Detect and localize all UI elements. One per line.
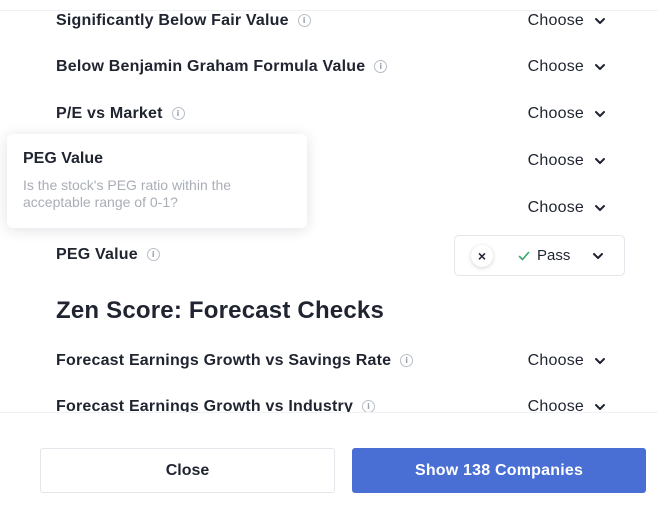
filter-list[interactable]: Significantly Below Fair Value i Choose B… — [0, 0, 658, 412]
info-icon[interactable]: i — [362, 400, 376, 412]
chevron-down-icon — [595, 111, 605, 117]
chevron-down-icon — [595, 18, 605, 24]
choose-label: Choose — [527, 152, 584, 169]
tooltip-title: PEG Value — [23, 150, 104, 167]
filter-label: Below Benjamin Graham Formula Value — [56, 58, 366, 75]
choose-label: Choose — [527, 105, 584, 122]
peg-value-tooltip: PEG Value Is the stock's PEG ratio withi… — [7, 134, 307, 228]
filter-label: Forecast Earnings Growth vs Savings Rate — [56, 352, 392, 369]
filter-row-pe-vs-market: P/E vs Market i Choose — [56, 102, 606, 126]
section-title: Zen Score: Forecast Checks — [56, 297, 384, 324]
choose-dropdown[interactable]: Choose — [528, 102, 606, 126]
choose-label: Choose — [527, 352, 584, 369]
chevron-down-icon — [595, 158, 605, 164]
choose-label: Choose — [527, 199, 584, 216]
filter-row-below-graham-formula: Below Benjamin Graham Formula Value i Cho… — [56, 55, 606, 79]
close-button[interactable]: Close — [40, 448, 335, 493]
chevron-down-icon — [595, 358, 605, 364]
choose-dropdown[interactable]: Choose — [528, 149, 606, 173]
pass-select[interactable]: × Pass — [454, 235, 625, 276]
info-icon[interactable]: i — [374, 60, 388, 73]
pass-value: Pass — [537, 247, 571, 264]
info-icon[interactable]: i — [400, 354, 414, 367]
modal-footer: Close Show 138 Companies — [0, 412, 658, 511]
filter-row-significantly-below-fair-value: Significantly Below Fair Value i Choose — [56, 9, 606, 33]
tooltip-description: Is the stock's PEG ratio within the acce… — [23, 177, 232, 210]
choose-label: Choose — [527, 58, 584, 75]
filter-row-forecast-vs-savings: Forecast Earnings Growth vs Savings Rate… — [56, 349, 606, 373]
filter-label: Significantly Below Fair Value — [56, 12, 289, 29]
choose-label: Choose — [527, 398, 584, 412]
filter-label: P/E vs Market — [56, 105, 163, 122]
choose-label: Choose — [527, 12, 584, 29]
chevron-down-icon — [595, 205, 605, 211]
checkmark-icon — [518, 251, 530, 261]
choose-dropdown[interactable]: Choose — [528, 349, 606, 373]
info-icon[interactable]: i — [297, 14, 311, 27]
filter-label: Forecast Earnings Growth vs Industry — [56, 398, 354, 412]
choose-dropdown[interactable]: Choose — [528, 9, 606, 33]
show-companies-button[interactable]: Show 138 Companies — [352, 448, 646, 493]
close-icon[interactable]: × — [471, 245, 493, 267]
choose-dropdown[interactable]: Choose — [528, 55, 606, 79]
choose-dropdown[interactable]: Choose — [528, 395, 606, 412]
filter-row-forecast-vs-industry: Forecast Earnings Growth vs Industry i Ch… — [56, 395, 606, 412]
chevron-down-icon — [593, 253, 603, 259]
filter-label: PEG Value — [56, 246, 138, 263]
choose-dropdown[interactable]: Choose — [528, 196, 606, 220]
info-icon[interactable]: i — [171, 107, 185, 120]
info-icon[interactable]: i — [146, 248, 160, 261]
chevron-down-icon — [595, 404, 605, 410]
chevron-down-icon — [595, 64, 605, 70]
